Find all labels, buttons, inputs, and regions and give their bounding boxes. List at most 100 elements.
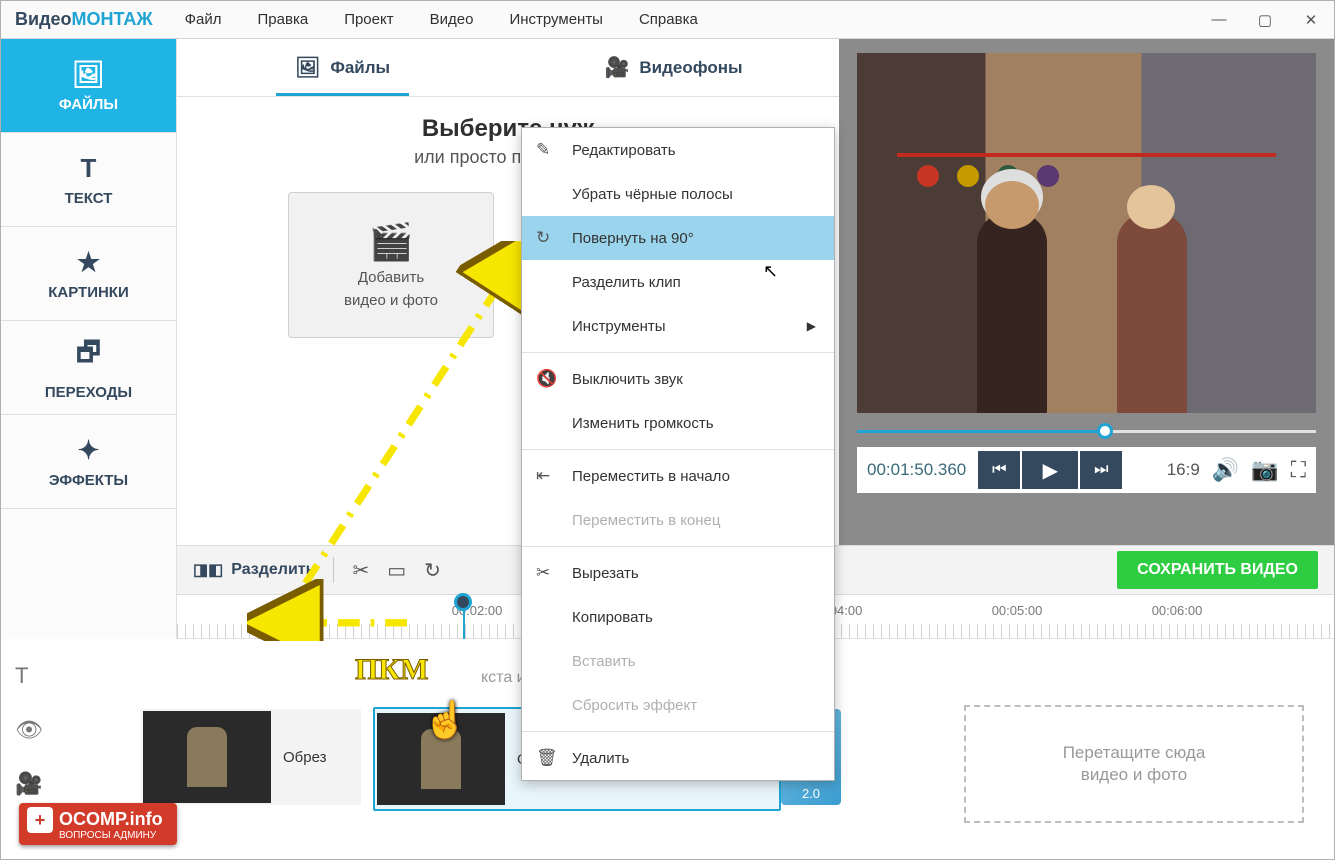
prev-button[interactable]: ⏮ [978,451,1020,489]
minimize-button[interactable]: — [1196,2,1242,38]
sidebar-label: ФАЙЛЫ [59,96,118,113]
menu-project[interactable]: Проект [326,11,411,28]
separator [522,352,834,353]
maximize-button[interactable]: ▢ [1242,2,1288,38]
ctx-cut[interactable]: ✂Вырезать [522,551,834,595]
slider-fill [857,430,1105,433]
annotation-label: ПКМ [355,653,428,687]
ctx-mute[interactable]: 🔇Выключить звук [522,357,834,401]
plus-icon: + [27,807,53,833]
sidebar-label: КАРТИНКИ [48,284,129,301]
title-bar: Видео МОНТАЖ Файл Правка Проект Видео Ин… [1,1,1334,39]
scissors-icon: ✂ [536,563,550,583]
drop-text: видео и фото [1081,765,1187,784]
logo-text-2: МОНТАЖ [72,9,153,30]
rotate-icon[interactable]: ↻ [424,558,441,583]
context-menu: ✎Редактировать Убрать чёрные полосы ↻Пов… [521,127,835,781]
ruler-mark: 00:06:00 [1152,603,1203,618]
clip-1[interactable]: Обрез [141,709,361,805]
image-icon: 🖼 [72,59,105,90]
sidebar-item-pictures[interactable]: ★ КАРТИНКИ [1,227,176,321]
menu-file[interactable]: Файл [167,11,240,28]
tile-label: Добавить [358,269,424,286]
playback-slider[interactable] [857,423,1316,439]
current-time: 00:01:50.360 [867,460,966,480]
mid-tabs: 🖼 Файлы 🎥 Видеофоны [177,39,839,97]
close-button[interactable]: ✕ [1288,2,1334,38]
track-icons: T 👁 🎥 [15,663,43,797]
menu-tools[interactable]: Инструменты [491,11,621,28]
cut-icon[interactable]: ✂ [352,558,369,583]
ctx-delete[interactable]: 🗑Удалить [522,736,834,780]
volume-icon[interactable]: 🔊 [1212,457,1239,483]
tab-videobg[interactable]: 🎥 Видеофоны [508,39,839,96]
app-logo: Видео МОНТАЖ [1,9,167,30]
hand-cursor-icon: ☝️ [423,699,468,741]
video-frame [857,53,1316,413]
menu-help[interactable]: Справка [621,11,716,28]
ctx-split-clip[interactable]: Разделить клип [522,260,834,304]
save-video-button[interactable]: СОХРАНИТЬ ВИДЕО [1117,551,1318,589]
ctx-volume[interactable]: Изменить громкость [522,401,834,445]
split-button[interactable]: ◨◧ Разделить [193,560,315,580]
split-label: Разделить [231,561,315,579]
menu-video[interactable]: Видео [412,11,492,28]
menu-bar: Файл Правка Проект Видео Инструменты Спр… [167,11,716,28]
ctx-move-end: Переместить в конец [522,498,834,542]
mute-icon: 🔇 [536,369,557,389]
play-button[interactable]: ▶ [1022,451,1078,489]
clip-thumbnail [143,711,271,803]
playback-buttons: ⏮ ▶ ⏭ [978,451,1122,489]
crop-icon[interactable]: ▭ [387,558,406,583]
ctx-reset-effect: Сбросить эффект [522,683,834,727]
separator [522,546,834,547]
watermark-text: OCOMP.info [59,809,163,829]
sidebar-item-text[interactable]: T ТЕКСТ [1,133,176,227]
video-figure [977,213,1047,413]
sidebar-item-transitions[interactable]: 🗗 ПЕРЕХОДЫ [1,321,176,415]
star-icon: ★ [77,247,100,278]
snapshot-icon[interactable]: 📷 [1251,457,1278,483]
image-icon: 🖼 [295,55,320,80]
sidebar-item-files[interactable]: 🖼 ФАЙЛЫ [1,39,176,133]
ctx-copy[interactable]: Копировать [522,595,834,639]
logo-text-1: Видео [15,9,72,30]
preview-video [857,53,1316,413]
ctx-remove-bars[interactable]: Убрать чёрные полосы [522,172,834,216]
drop-text: Перетащите сюда [1063,743,1206,762]
fullscreen-icon[interactable]: ⛶ [1291,457,1306,483]
tile-label: видео и фото [344,292,438,309]
watermark-sub: ВОПРОСЫ АДМИНУ [59,830,163,841]
clip-label: Обрез [273,749,337,766]
move-start-icon: ⇤ [536,466,550,486]
sidebar-item-effects[interactable]: ✦ ЭФФЕКТЫ [1,415,176,509]
ctx-move-start[interactable]: ⇤Переместить в начало [522,454,834,498]
trash-icon: 🗑 [536,748,558,768]
mouse-cursor: ↖ [763,261,778,282]
camera-icon: 🎥 [604,55,629,80]
clapper-icon: 🎬 [369,221,414,263]
chevron-right-icon: ▶ [807,319,816,333]
menu-edit[interactable]: Правка [240,11,327,28]
ruler-mark: 00:01:00 [272,603,323,618]
video-track-icon[interactable]: 🎥 [15,771,43,797]
transition-duration: 2.0 [802,786,820,801]
ctx-tools-submenu[interactable]: Инструменты▶ [522,304,834,348]
ctx-edit[interactable]: ✎Редактировать [522,128,834,172]
tab-files[interactable]: 🖼 Файлы [177,39,508,96]
visibility-icon[interactable]: 👁 [15,717,43,743]
rotate-icon: ↻ [536,228,550,248]
ctx-paste: Вставить [522,639,834,683]
sidebar-label: ПЕРЕХОДЫ [45,384,132,401]
tile-add-video[interactable]: 🎬 Добавить видео и фото [288,192,494,338]
text-track-icon[interactable]: T [15,663,43,689]
slider-thumb[interactable] [1097,423,1113,439]
decoration [1037,165,1059,187]
window-buttons: — ▢ ✕ [1196,2,1334,38]
playhead-handle[interactable] [454,593,472,611]
tab-label: Видеофоны [639,58,742,78]
sidebar-label: ТЕКСТ [65,190,113,207]
ctx-rotate-90[interactable]: ↻Повернуть на 90° [522,216,834,260]
next-button[interactable]: ⏭ [1080,451,1122,489]
drop-zone[interactable]: Перетащите сюда видео и фото [964,705,1304,823]
